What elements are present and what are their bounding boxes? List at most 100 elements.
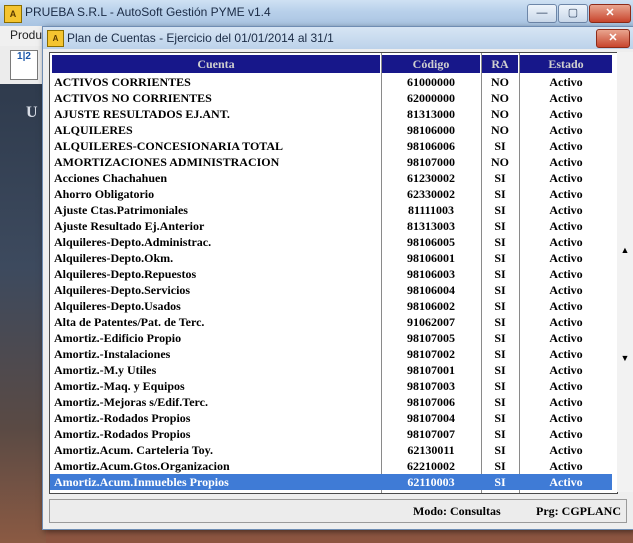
cell-cuenta: ACTIVOS NO CORRIENTES	[54, 91, 212, 105]
cell-estado: Activo	[549, 171, 583, 185]
table-row[interactable]: Alquileres-Depto.Okm. 98106001 SI Activo	[50, 250, 612, 266]
cell-cuenta: Alquileres-Depto.Repuestos	[54, 267, 197, 281]
cell-estado: Activo	[549, 379, 583, 393]
cell-ra: SI	[494, 251, 506, 265]
cell-cuenta: Alta de Patentes/Pat. de Terc.	[54, 315, 205, 329]
dialog-title-bar[interactable]: A Plan de Cuentas - Ejercicio del 01/01/…	[43, 27, 633, 49]
cell-estado: Activo	[549, 443, 583, 457]
table-row[interactable]: ALQUILERES-CONCESIONARIA TOTAL 98106006 SI…	[50, 138, 612, 154]
accounts-grid[interactable]: Cuenta Código RA Estado ACTIVOS CORRIENT…	[49, 52, 618, 494]
cell-codigo: 98106003	[407, 267, 455, 281]
cell-ra: SI	[494, 267, 506, 281]
cell-estado: Activo	[549, 75, 583, 89]
table-row[interactable]: Amortiz.-M.y Utiles 98107001 SI Activo	[50, 362, 612, 378]
cell-cuenta: Alquileres-Depto.Okm.	[54, 251, 174, 265]
table-row[interactable]: Alquileres-Depto.Administrac. 98106005 SI A…	[50, 234, 612, 250]
cell-ra: SI	[494, 235, 506, 249]
cell-codigo: 98107002	[407, 347, 455, 361]
table-row[interactable]: Acciones Chachahuen 61230002 SI Activo	[50, 170, 612, 186]
cell-estado: Activo	[549, 139, 583, 153]
cell-codigo: 98107003	[407, 379, 455, 393]
vertical-scrollbar[interactable]: ▲ ▼	[617, 52, 633, 492]
cell-ra: NO	[491, 91, 509, 105]
table-row[interactable]: Ahorro Obligatorio 62330002 SI Activo	[50, 186, 612, 202]
cell-estado: Activo	[549, 347, 583, 361]
main-title-bar[interactable]: A PRUEBA S.R.L - AutoSoft Gestión PYME v…	[0, 0, 633, 27]
table-row[interactable]: AMORTIZACIONES ADMINISTRACION 98107000 NO A…	[50, 154, 612, 170]
cell-cuenta: Amortiz.-Maq. y Equipos	[54, 379, 185, 393]
cell-estado: Activo	[549, 251, 583, 265]
dialog-close-button[interactable]: ✕	[596, 29, 630, 48]
table-row[interactable]: Amortiz.Acum.Inmuebles Propios 62110003 SI…	[50, 474, 612, 490]
cell-ra: NO	[491, 123, 509, 137]
cell-ra: NO	[491, 75, 509, 89]
table-row[interactable]: Amortiz.-Maq. y Equipos 98107003 SI Activo	[50, 378, 612, 394]
table-row[interactable]: Amortiz.Acum. Carteleria Toy. 62130011 SI A…	[50, 442, 612, 458]
cell-codigo: 98106006	[407, 139, 455, 153]
cell-cuenta: Amortiz.Acum. Carteleria Toy.	[54, 443, 213, 457]
cell-ra: SI	[494, 331, 506, 345]
table-row[interactable]: Alta de Patentes/Pat. de Terc. 91062007 SI…	[50, 314, 612, 330]
cell-estado: Activo	[549, 299, 583, 313]
table-row[interactable]: Alquileres-Depto.Repuestos 98106003 SI Acti…	[50, 266, 612, 282]
toolbar-icon-label: 1|2	[17, 51, 31, 62]
cell-codigo: 98107007	[407, 427, 455, 441]
dialog-app-icon: A	[47, 30, 64, 47]
cell-codigo: 62000000	[407, 91, 455, 105]
table-row[interactable]: Alquileres-Depto.Servicios 98106004 SI Acti…	[50, 282, 612, 298]
cell-codigo: 81111003	[407, 203, 454, 217]
cell-estado: Activo	[549, 203, 583, 217]
table-row[interactable]: Amortiz.-Edificio Propio 98107005 SI Activo	[50, 330, 612, 346]
cell-cuenta: Amortiz.-Instalaciones	[54, 347, 171, 361]
cell-codigo: 98107005	[407, 331, 455, 345]
table-row[interactable]: Amortiz.-Rodados Propios 98107007 SI Activo	[50, 426, 612, 442]
status-program: Prg: CGPLANC	[536, 504, 621, 518]
cell-codigo: 98107006	[407, 395, 455, 409]
table-row[interactable]: Amortiz.-Rodados Propios 98107004 SI Activo	[50, 410, 612, 426]
cell-estado: Activo	[549, 155, 583, 169]
grid-header: Cuenta Código RA Estado	[50, 55, 617, 73]
column-header-ra[interactable]: RA	[482, 55, 518, 73]
cell-estado: Activo	[549, 267, 583, 281]
table-row[interactable]: Ajuste Ctas.Patrimoniales 81111003 SI Activ…	[50, 202, 612, 218]
cell-codigo: 61000000	[407, 75, 455, 89]
cell-estado: Activo	[549, 123, 583, 137]
table-row[interactable]: Amortiz.-Mejoras s/Edif.Terc. 98107006 SI A…	[50, 394, 612, 410]
cell-ra: SI	[494, 411, 506, 425]
scroll-down-icon[interactable]: ▼	[617, 350, 633, 366]
table-row[interactable]: Ajuste Resultado Ej.Anterior 81313003 SI Ac…	[50, 218, 612, 234]
cell-ra: NO	[491, 155, 509, 169]
table-row[interactable]: Amortiz.-Instalaciones 98107002 SI Activo	[50, 346, 612, 362]
cell-ra: SI	[494, 315, 506, 329]
cell-codigo: 98106002	[407, 299, 455, 313]
cell-ra: SI	[494, 459, 506, 473]
cell-codigo: 98106000	[407, 123, 455, 137]
table-row[interactable]: AJUSTE RESULTADOS EJ.ANT. 81313000 NO Activ…	[50, 106, 612, 122]
cell-codigo: 81313000	[407, 107, 455, 121]
side-panel-text: U	[26, 104, 38, 121]
menu-item-productos[interactable]: Produ	[10, 28, 42, 42]
cell-ra: SI	[494, 395, 506, 409]
column-header-codigo[interactable]: Código	[382, 55, 480, 73]
minimize-button[interactable]: —	[527, 4, 557, 23]
cell-ra: SI	[494, 299, 506, 313]
table-row[interactable]: ALQUILERES 98106000 NO Activo	[50, 122, 612, 138]
close-button[interactable]: ✕	[589, 4, 631, 23]
table-row[interactable]: ACTIVOS NO CORRIENTES 62000000 NO Activo	[50, 90, 612, 106]
cell-estado: Activo	[549, 187, 583, 201]
table-row[interactable]: Amortiz.Acum.Gtos.Organizacion 62210002 SI…	[50, 458, 612, 474]
cell-cuenta: Amortiz.-Rodados Propios	[54, 427, 191, 441]
maximize-button[interactable]: ▢	[558, 4, 588, 23]
calculator-icon[interactable]: 1|2	[10, 50, 38, 80]
table-row[interactable]: ACTIVOS CORRIENTES 61000000 NO Activo	[50, 74, 612, 90]
column-header-estado[interactable]: Estado	[520, 55, 612, 73]
cell-codigo: 98106005	[407, 235, 455, 249]
table-row[interactable]: Alquileres-Depto.Usados 98106002 SI Activo	[50, 298, 612, 314]
cell-codigo: 98107000	[407, 155, 455, 169]
cell-cuenta: ALQUILERES	[54, 123, 133, 137]
cell-estado: Activo	[549, 475, 583, 489]
column-header-cuenta[interactable]: Cuenta	[52, 55, 380, 73]
scroll-up-icon[interactable]: ▲	[617, 242, 633, 258]
cell-codigo: 81313003	[407, 219, 455, 233]
cell-estado: Activo	[549, 315, 583, 329]
